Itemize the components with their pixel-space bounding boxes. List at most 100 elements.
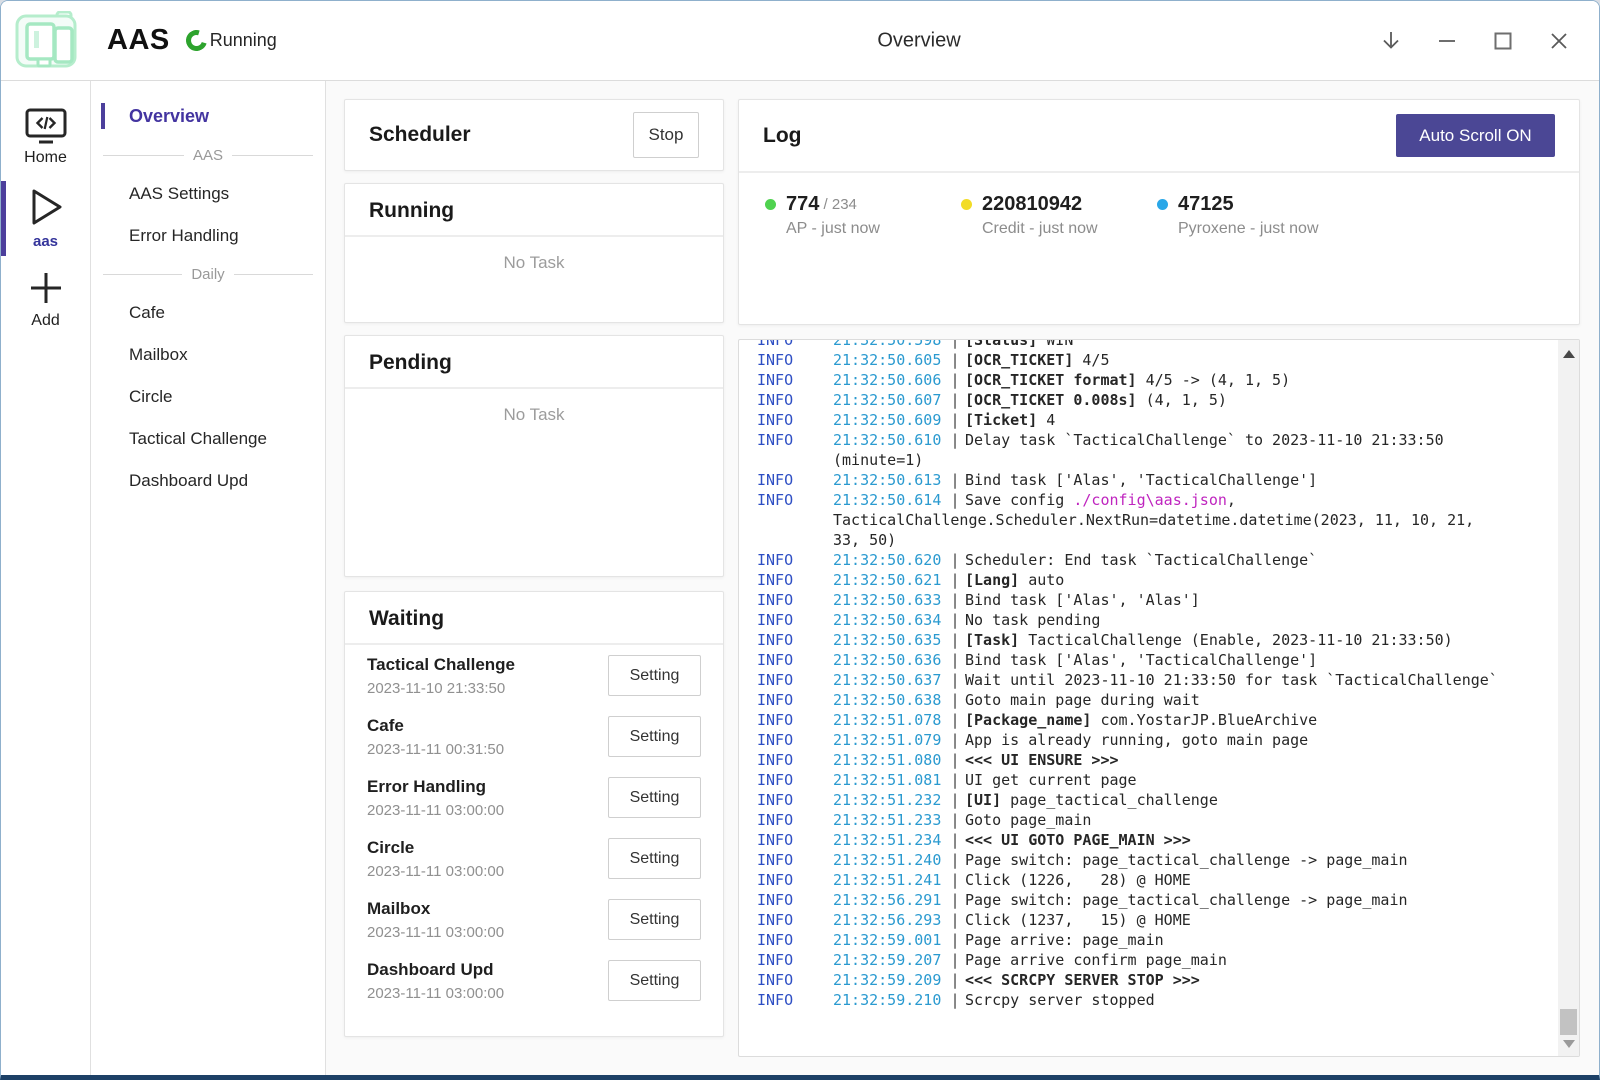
download-button[interactable] (1369, 19, 1413, 63)
log-line: 33, 50) (757, 530, 1555, 550)
running-card: Running No Task (344, 183, 724, 323)
log-line: INFO21:32:50.634|No task pending (757, 610, 1555, 630)
plus-icon (26, 268, 66, 308)
stat-dot-icon (961, 199, 972, 210)
waiting-task-name: Mailbox (367, 899, 504, 919)
minimize-icon (1437, 31, 1457, 51)
nav-list: OverviewAASAAS SettingsError HandlingDai… (91, 81, 326, 1075)
nav-section-aas: AAS (91, 138, 325, 173)
stat-label: Pyroxene - just now (1178, 220, 1353, 238)
stat-ap: 774 / 234AP - just now (765, 193, 961, 238)
stop-button[interactable]: Stop (633, 112, 699, 158)
setting-button-cafe[interactable]: Setting (608, 716, 701, 757)
nav-item-tactical-challenge[interactable]: Tactical Challenge (91, 418, 325, 460)
nav-item-dashboard-upd[interactable]: Dashboard Upd (91, 460, 325, 502)
log-line: (minute=1) (757, 450, 1555, 470)
rail-item-label: aas (33, 233, 58, 250)
scrollbar-thumb[interactable] (1560, 1009, 1577, 1035)
nav-item-mailbox[interactable]: Mailbox (91, 334, 325, 376)
stat-value: 774 (786, 193, 819, 216)
stat-dot-icon (765, 199, 776, 210)
log-console[interactable]: INFO21:32:50.598|[Status] WININFO21:32:5… (738, 339, 1580, 1057)
log-stats: 774 / 234AP - just now220810942Credit - … (739, 173, 1579, 238)
log-line: INFO21:32:50.620|Scheduler: End task `Ta… (757, 550, 1555, 570)
log-line: INFO21:32:51.078|[Package_name] com.Yost… (757, 710, 1555, 730)
waiting-list: Tactical Challenge 2023-11-10 21:33:50 Set… (345, 645, 723, 1011)
waiting-task-next-run: 2023-11-11 00:31:50 (367, 741, 504, 758)
log-line: INFO21:32:56.291|Page switch: page_tacti… (757, 890, 1555, 910)
maximize-icon (1493, 31, 1513, 51)
log-line: INFO21:32:50.636|Bind task ['Alas', 'Tac… (757, 650, 1555, 670)
maximize-button[interactable] (1481, 19, 1525, 63)
play-icon (26, 185, 66, 229)
log-line: INFO21:32:59.210|Scrcpy server stopped (757, 990, 1555, 1010)
log-line: INFO21:32:50.638|Goto main page during w… (757, 690, 1555, 710)
log-title: Log (763, 124, 801, 148)
waiting-title: Waiting (369, 607, 699, 631)
app-shell: Home aas Add OverviewAASAAS SettingsErro… (1, 81, 1599, 1075)
log-line: INFO21:32:50.606|[OCR_TICKET format] 4/5… (757, 370, 1555, 390)
log-line: INFO21:32:50.637|Wait until 2023-11-10 2… (757, 670, 1555, 690)
app-name: AAS (107, 24, 170, 57)
waiting-task-next-run: 2023-11-11 03:00:00 (367, 802, 504, 819)
running-spinner-icon (182, 26, 210, 54)
auto-scroll-button[interactable]: Auto Scroll ON (1396, 114, 1555, 157)
setting-button-mailbox[interactable]: Setting (608, 899, 701, 940)
log-scrollbar[interactable] (1558, 340, 1579, 1056)
activity-rail: Home aas Add (1, 81, 91, 1075)
app-window: AAS Running Overview (0, 0, 1600, 1080)
setting-button-error-handling[interactable]: Setting (608, 777, 701, 818)
nav-item-cafe[interactable]: Cafe (91, 292, 325, 334)
nav-item-circle[interactable]: Circle (91, 376, 325, 418)
log-line: INFO21:32:50.598|[Status] WIN (757, 339, 1555, 350)
titlebar: AAS Running Overview (1, 1, 1599, 81)
close-button[interactable] (1537, 19, 1581, 63)
log-line: INFO21:32:50.635|[Task] TacticalChalleng… (757, 630, 1555, 650)
log-header: Log Auto Scroll ON (739, 100, 1579, 173)
log-line: TacticalChallenge.Scheduler.NextRun=date… (757, 510, 1555, 530)
setting-button-tactical-challenge[interactable]: Setting (608, 655, 701, 696)
rail-item-add[interactable]: Add (1, 260, 90, 340)
log-line: INFO21:32:59.209|<<< SCRCPY SERVER STOP … (757, 970, 1555, 990)
log-line: INFO21:32:51.080|<<< UI ENSURE >>> (757, 750, 1555, 770)
minimize-button[interactable] (1425, 19, 1469, 63)
waiting-item-tactical-challenge: Tactical Challenge 2023-11-10 21:33:50 Set… (345, 645, 723, 706)
nav-item-aas-settings[interactable]: AAS Settings (91, 173, 325, 215)
stat-label: Credit - just now (982, 220, 1157, 238)
waiting-task-name: Circle (367, 838, 504, 858)
log-line: INFO21:32:50.621|[Lang] auto (757, 570, 1555, 590)
app-logo-icon (15, 11, 79, 71)
log-line: INFO21:32:51.234|<<< UI GOTO PAGE_MAIN >… (757, 830, 1555, 850)
nav-item-error-handling[interactable]: Error Handling (91, 215, 325, 257)
pending-empty-text: No Task (345, 389, 723, 425)
waiting-task-next-run: 2023-11-11 03:00:00 (367, 985, 504, 1002)
pending-card: Pending No Task (344, 335, 724, 577)
nav-section-daily: Daily (91, 257, 325, 292)
scheduler-card: Scheduler Stop (344, 99, 724, 171)
log-line: INFO21:32:59.001|Page arrive: page_main (757, 930, 1555, 950)
rail-item-home[interactable]: Home (1, 99, 90, 177)
stat-label: AP - just now (786, 220, 961, 238)
code-monitor-icon (24, 107, 68, 145)
log-card: Log Auto Scroll ON 774 / 234AP - just no… (738, 99, 1580, 325)
setting-button-dashboard-upd[interactable]: Setting (608, 960, 701, 1001)
scheduler-title: Scheduler (369, 123, 471, 147)
log-line: INFO21:32:51.079|App is already running,… (757, 730, 1555, 750)
waiting-header: Waiting (345, 592, 723, 645)
waiting-item-mailbox: Mailbox2023-11-11 03:00:00Setting (345, 889, 723, 950)
waiting-task-next-run: 2023-11-11 03:00:00 (367, 863, 504, 880)
waiting-task-name: Error Handling (367, 777, 504, 797)
window-controls (1369, 1, 1581, 81)
waiting-task-name: Tactical Challenge (367, 655, 515, 675)
rail-item-aas[interactable]: aas (1, 177, 90, 260)
log-line: INFO21:32:50.605|[OCR_TICKET] 4/5 (757, 350, 1555, 370)
scroll-down-icon[interactable] (1563, 1040, 1575, 1048)
close-icon (1549, 31, 1569, 51)
running-title: Running (369, 199, 699, 223)
status-label: Running (210, 30, 277, 51)
task-column: Scheduler Stop Running No Task Pending N… (344, 99, 724, 1057)
nav-item-overview[interactable]: Overview (91, 95, 325, 138)
waiting-task-next-run: 2023-11-10 21:33:50 (367, 680, 515, 697)
setting-button-circle[interactable]: Setting (608, 838, 701, 879)
scroll-up-icon[interactable] (1563, 350, 1575, 358)
